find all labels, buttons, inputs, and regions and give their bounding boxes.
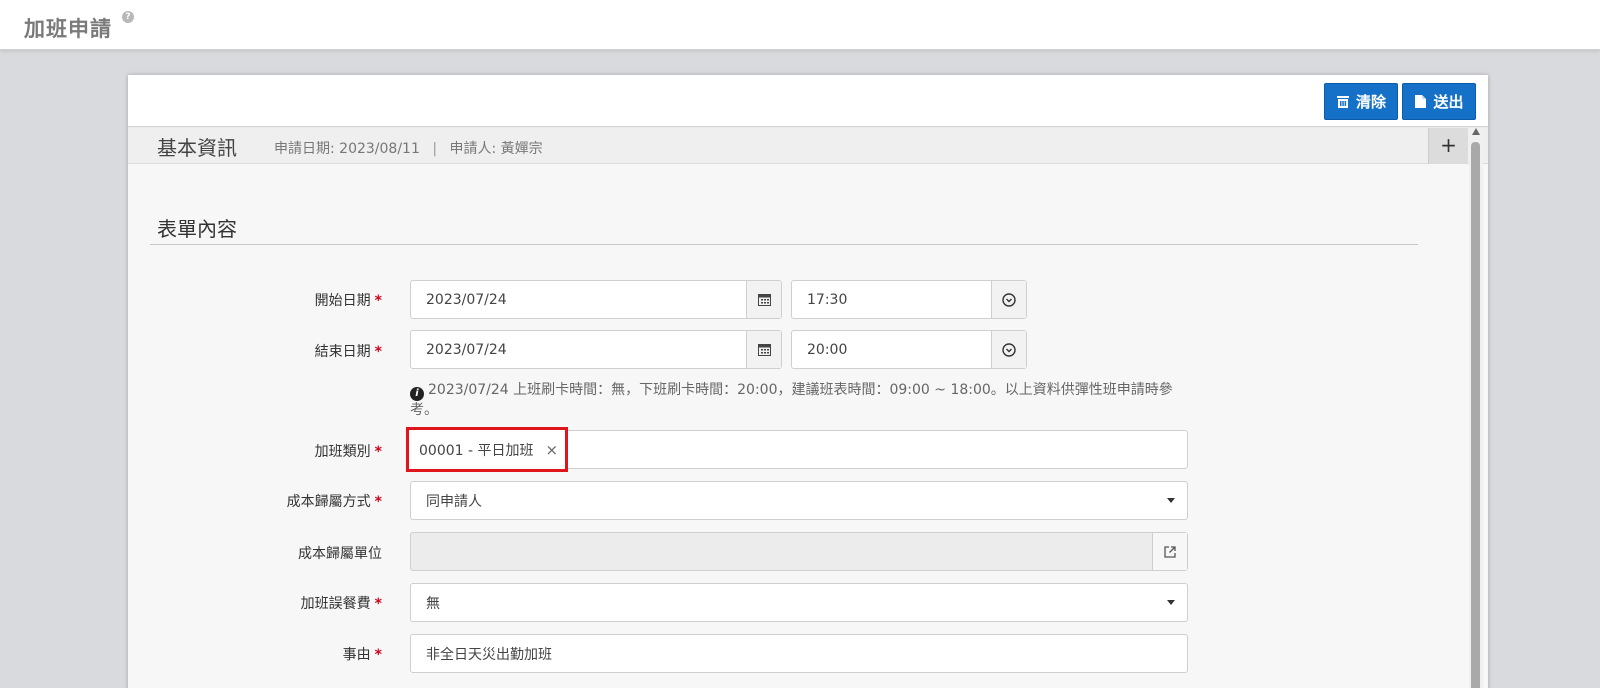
page-title: 加班申請 — [24, 17, 112, 41]
overtime-type-label: 加班類別 * — [152, 441, 382, 461]
hint-text: 2023/07/24 上班刷卡時間：無，下班刷卡時間：20:00，建議班表時間：… — [410, 382, 1173, 418]
reason-input[interactable]: 非全日天災出勤加班 — [410, 634, 1188, 673]
basic-info-bar: 基本資訊 申請日期: 2023/08/11 | 申請人: 黃嬋宗 — [128, 128, 1488, 164]
end-time-value: 20:00 — [807, 341, 848, 358]
scrollbar[interactable] — [1469, 128, 1483, 688]
attendance-hint: i 2023/07/24 上班刷卡時間：無，下班刷卡時間：20:00，建議班表時間… — [410, 381, 1180, 420]
required-mark: * — [374, 647, 382, 663]
required-mark: * — [374, 494, 382, 510]
trash-icon — [1336, 95, 1350, 109]
cost-method-label-text: 成本歸屬方式 — [286, 494, 371, 510]
cost-method-select[interactable]: 同申請人 — [410, 481, 1188, 520]
start-date-value: 2023/07/24 — [426, 291, 507, 308]
clock-icon[interactable] — [991, 281, 1026, 318]
form-panel: 清除 送出 基本資訊 申請日期: 2023/08/11 | 申請人: 黃嬋宗 +… — [128, 75, 1488, 688]
info-icon: i — [410, 387, 424, 401]
start-date-input[interactable]: 2023/07/24 — [410, 280, 782, 319]
submit-button-label: 送出 — [1433, 93, 1464, 111]
start-time-value: 17:30 — [807, 291, 848, 308]
start-date-label-text: 開始日期 — [314, 293, 371, 309]
reason-value: 非全日天災出勤加班 — [426, 646, 552, 663]
meal-fee-label-text: 加班誤餐費 — [300, 596, 371, 612]
reason-label-text: 事由 — [342, 647, 371, 663]
overtime-type-label-text: 加班類別 — [314, 444, 371, 460]
scroll-up-icon[interactable] — [1472, 128, 1480, 135]
meal-fee-value: 無 — [426, 595, 440, 612]
start-time-input[interactable]: 17:30 — [791, 280, 1027, 319]
basic-info-title: 基本資訊 — [157, 136, 237, 160]
end-date-label: 結束日期 * — [152, 341, 382, 361]
start-date-label: 開始日期 * — [152, 290, 382, 310]
required-mark: * — [374, 344, 382, 360]
top-bar: 加班申請 ? — [0, 0, 1600, 50]
clear-button[interactable]: 清除 — [1324, 83, 1398, 120]
reason-label: 事由 * — [152, 644, 382, 664]
meta-separator: | — [432, 141, 438, 157]
end-time-input[interactable]: 20:00 — [791, 330, 1027, 369]
end-date-input[interactable]: 2023/07/24 — [410, 330, 782, 369]
open-external-icon[interactable] — [1152, 533, 1187, 570]
document-icon — [1414, 94, 1427, 109]
meal-fee-select[interactable]: 無 — [410, 583, 1188, 622]
form-section-title: 表單內容 — [157, 217, 237, 241]
basic-info-meta: 申請日期: 2023/08/11 | 申請人: 黃嬋宗 — [274, 138, 543, 158]
clear-button-label: 清除 — [1355, 93, 1386, 111]
scroll-thumb[interactable] — [1471, 142, 1480, 688]
panel-toolbar: 清除 送出 — [128, 75, 1488, 127]
collapse-icon[interactable]: + — [1428, 128, 1468, 164]
overtime-type-tag: 00001 - 平日加班 × — [406, 427, 568, 472]
remove-tag-icon[interactable]: × — [546, 441, 559, 459]
calendar-icon[interactable] — [746, 281, 781, 318]
cost-method-value: 同申請人 — [426, 493, 482, 510]
required-mark: * — [374, 444, 382, 460]
applicant: 申請人: 黃嬋宗 — [449, 141, 543, 157]
meal-fee-label: 加班誤餐費 * — [152, 593, 382, 613]
cost-unit-label: 成本歸屬單位 — [152, 543, 382, 563]
calendar-icon[interactable] — [746, 331, 781, 368]
required-mark: * — [374, 596, 382, 612]
end-date-value: 2023/07/24 — [426, 341, 507, 358]
end-date-label-text: 結束日期 — [314, 344, 371, 360]
chevron-down-icon — [1167, 600, 1175, 605]
chevron-down-icon — [1167, 498, 1175, 503]
apply-date: 申請日期: 2023/08/11 — [274, 141, 420, 157]
overtime-type-tag-label: 00001 - 平日加班 — [419, 442, 534, 459]
divider — [150, 244, 1418, 245]
cost-unit-input — [410, 532, 1188, 571]
submit-button[interactable]: 送出 — [1402, 83, 1476, 120]
cost-method-label: 成本歸屬方式 * — [152, 491, 382, 511]
help-icon[interactable]: ? — [122, 11, 134, 23]
clock-icon[interactable] — [991, 331, 1026, 368]
cost-unit-label-text: 成本歸屬單位 — [298, 546, 382, 562]
required-mark: * — [374, 293, 382, 309]
